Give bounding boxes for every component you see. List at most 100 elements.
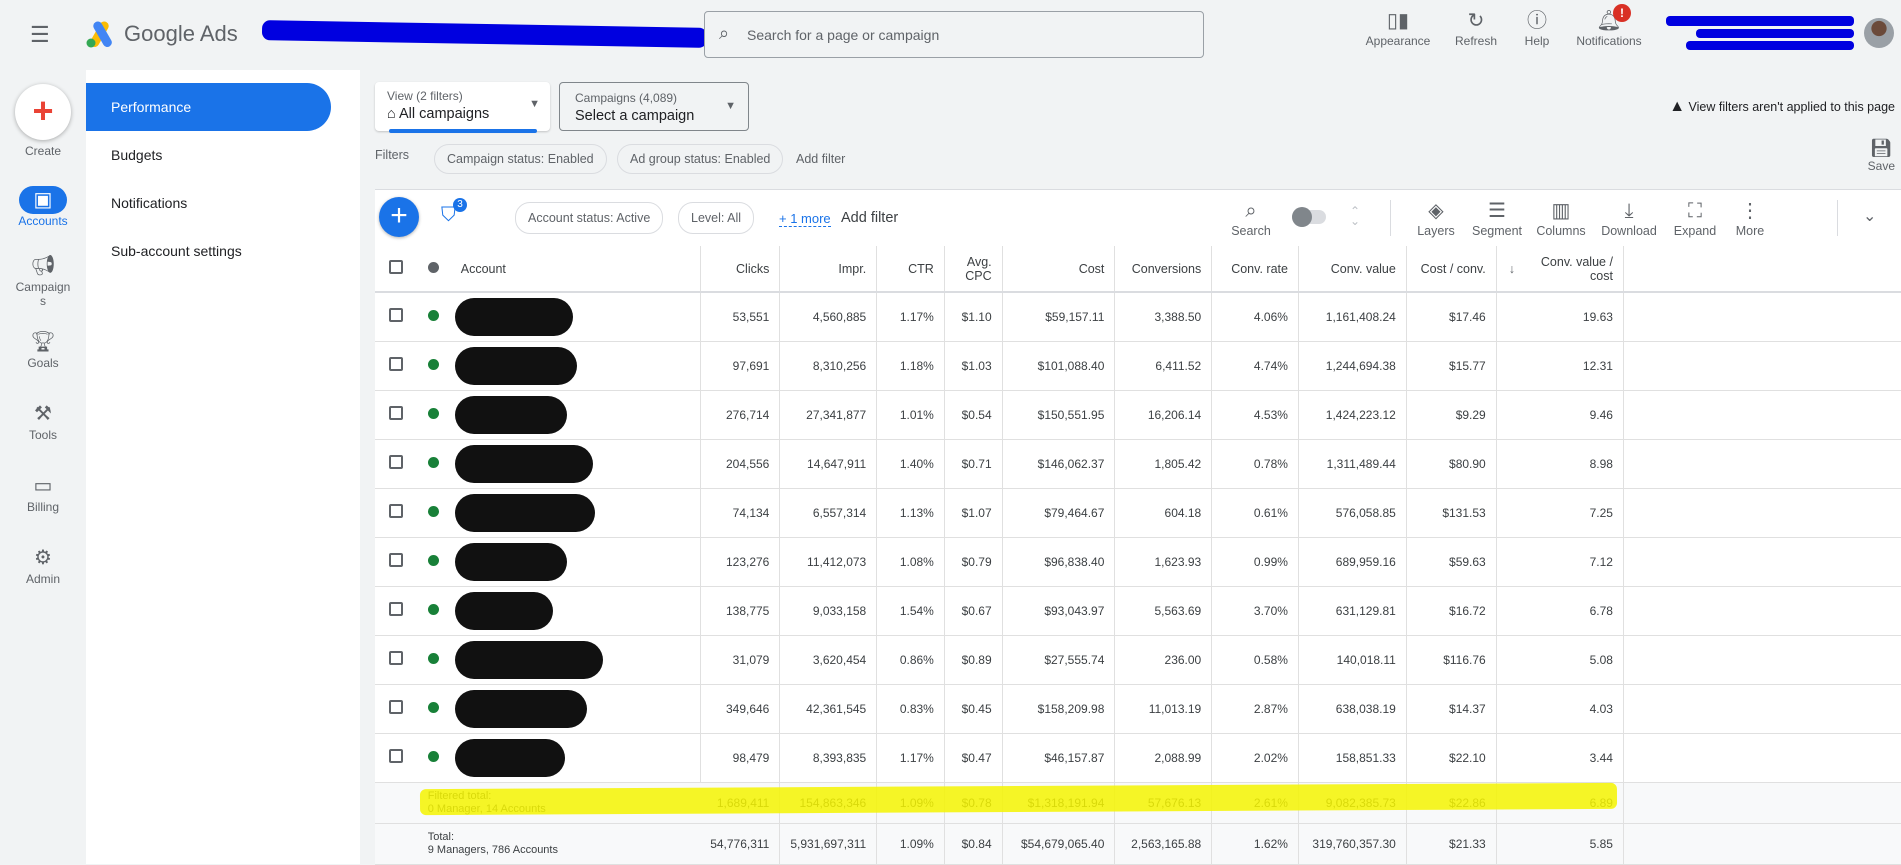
table-row[interactable]: 97,691 8,310,256 1.18% $1.03 $101,088.40 6,41… <box>375 341 1901 391</box>
view-selector[interactable]: View (2 filters) ⌂ All campaigns ▼ <box>375 82 550 133</box>
rail-item-goals[interactable]: 🏆︎ Goals <box>0 328 86 370</box>
account-name-cell[interactable] <box>448 488 701 538</box>
table-cell: 1.17% <box>876 733 945 783</box>
appearance-button[interactable]: ▯▮ Appearance <box>1362 8 1434 48</box>
subnav-performance[interactable]: Performance <box>86 83 331 131</box>
sort-toggle-icon[interactable]: ⌃ ⌄ <box>1350 205 1360 227</box>
account-name-cell[interactable] <box>448 390 701 440</box>
filter-button[interactable]: ⛉ 3 <box>441 198 467 227</box>
avatar[interactable] <box>1864 18 1894 48</box>
save-button[interactable]: 💾︎ Save <box>1868 138 1895 173</box>
row-checkbox[interactable] <box>375 292 418 342</box>
row-checkbox[interactable] <box>375 537 418 587</box>
campaign-selector[interactable]: Campaigns (4,089) Select a campaign ▼ <box>559 82 749 131</box>
dropdown-arrow-icon: ▼ <box>529 98 540 110</box>
row-checkbox[interactable] <box>375 390 418 440</box>
row-checkbox[interactable] <box>375 586 418 636</box>
rail-item-accounts[interactable]: ▣ Accounts <box>0 186 86 228</box>
more-filters-link[interactable]: + 1 more <box>779 211 831 227</box>
account-name-cell[interactable] <box>448 635 701 685</box>
account-name-cell[interactable] <box>448 537 701 587</box>
table-row[interactable]: 98,479 8,393,835 1.17% $0.47 $46,157.87 2,088… <box>375 733 1901 783</box>
filter-chip-ad-group-status[interactable]: Ad group status: Enabled <box>617 144 784 174</box>
add-filter-button[interactable]: Add filter <box>841 210 898 226</box>
table-row[interactable]: 204,556 14,647,911 1.40% $0.71 $146,062.37 1,… <box>375 439 1901 489</box>
segment-tool[interactable]: ☰ Segment <box>1467 198 1527 238</box>
help-button[interactable]: ⓘ Help <box>1512 8 1562 48</box>
account-name-cell[interactable] <box>448 586 701 636</box>
table-cell: 0.99% <box>1211 537 1299 587</box>
notifications-button[interactable]: 🔔︎ Notifications ! <box>1568 4 1650 48</box>
select-all-checkbox[interactable] <box>375 246 418 293</box>
column-header-cost[interactable]: Cost <box>1002 246 1116 293</box>
download-tool[interactable]: ⤓ Download <box>1597 198 1661 238</box>
subnav-notifications[interactable]: Notifications <box>86 179 331 227</box>
table-cell: 3.44 <box>1496 733 1624 783</box>
filter-chip-account-status[interactable]: Account status: Active <box>515 202 664 234</box>
account-name-cell[interactable] <box>448 733 701 783</box>
row-checkbox[interactable] <box>375 635 418 685</box>
column-header-impr[interactable]: Impr. <box>779 246 878 293</box>
row-checkbox[interactable] <box>375 439 418 489</box>
columns-tool[interactable]: ▥ Columns <box>1531 198 1591 238</box>
filter-chip-campaign-status[interactable]: Campaign status: Enabled <box>434 144 607 174</box>
table-row[interactable]: 31,079 3,620,454 0.86% $0.89 $27,555.74 236.0… <box>375 635 1901 685</box>
segment-icon: ☰ <box>1488 200 1506 222</box>
rail-item-billing[interactable]: ▭ Billing <box>0 472 86 514</box>
rail-item-tools[interactable]: ⚒ Tools <box>0 400 86 442</box>
table-cell: 42,361,545 <box>779 684 878 734</box>
more-tool[interactable]: ⋮ More <box>1727 198 1773 238</box>
row-checkbox[interactable] <box>375 488 418 538</box>
column-header-ctr[interactable]: CTR <box>876 246 945 293</box>
total-cell: 5.85 <box>1496 823 1624 865</box>
google-ads-logo[interactable]: Google Ads <box>86 20 238 48</box>
account-name-cell[interactable] <box>448 684 701 734</box>
filter-chip-level[interactable]: Level: All <box>678 202 755 234</box>
table-row[interactable]: 123,276 11,412,073 1.08% $0.79 $96,838.40 1,6… <box>375 537 1901 587</box>
table-row[interactable]: 276,714 27,341,877 1.01% $0.54 $150,551.95 16… <box>375 390 1901 440</box>
refresh-button[interactable]: ↻ Refresh <box>1448 8 1504 48</box>
sort-descending-icon: ↓ <box>1508 262 1515 276</box>
search-tool[interactable]: ⌕ Search <box>1226 198 1276 238</box>
table-cell: 6,557,314 <box>779 488 878 538</box>
table-cell: 1,161,408.24 <box>1298 292 1407 342</box>
column-header-conv-rate[interactable]: Conv. rate <box>1211 246 1299 293</box>
status-header <box>417 246 449 293</box>
subnav-sub-account-settings[interactable]: Sub-account settings <box>86 227 331 275</box>
row-checkbox[interactable] <box>375 684 418 734</box>
table-row[interactable]: 74,134 6,557,314 1.13% $1.07 $79,464.67 604.1… <box>375 488 1901 538</box>
add-filter-link[interactable]: Add filter <box>796 152 845 166</box>
column-header-account[interactable]: Account <box>448 246 701 293</box>
table-cell: 5,563.69 <box>1114 586 1213 636</box>
account-name-cell[interactable] <box>448 341 701 391</box>
rail-item-admin[interactable]: ⚙ Admin <box>0 544 86 586</box>
status-enabled-icon <box>417 733 449 783</box>
account-name-cell[interactable] <box>448 292 701 342</box>
table-row[interactable]: 349,646 42,361,545 0.83% $0.45 $158,209.98 11… <box>375 684 1901 734</box>
row-checkbox[interactable] <box>375 733 418 783</box>
save-icon: 💾︎ <box>1869 138 1893 158</box>
search-input[interactable]: ⌕ Search for a page or campaign <box>704 11 1204 58</box>
table-cell: 11,412,073 <box>779 537 878 587</box>
column-header-conversions[interactable]: Conversions <box>1114 246 1213 293</box>
row-checkbox[interactable] <box>375 341 418 391</box>
column-header-cost-per-conv[interactable]: Cost / conv. <box>1406 246 1497 293</box>
column-header-conv-value-per-cost[interactable]: ↓ Conv. value / cost <box>1496 246 1624 293</box>
layers-tool[interactable]: ◈ Layers <box>1411 198 1461 238</box>
table-row[interactable]: 138,775 9,033,158 1.54% $0.67 $93,043.97 5,56… <box>375 586 1901 636</box>
main-menu-button[interactable]: ☰ <box>30 22 50 48</box>
toggle-switch[interactable] <box>1292 207 1326 227</box>
table-cell: 1.40% <box>876 439 945 489</box>
expand-tool[interactable]: ⛶ Expand <box>1667 198 1723 238</box>
column-header-clicks[interactable]: Clicks <box>700 246 781 293</box>
account-name-cell[interactable] <box>448 439 701 489</box>
table-row[interactable]: 53,551 4,560,885 1.17% $1.10 $59,157.11 3,388… <box>375 292 1901 342</box>
add-account-button[interactable]: + <box>379 197 419 237</box>
table-cell: $0.89 <box>944 635 1003 685</box>
collapse-chevron-icon[interactable]: ⌄ <box>1863 206 1876 226</box>
create-button[interactable]: + Create <box>0 84 86 158</box>
column-header-conv-value[interactable]: Conv. value <box>1298 246 1407 293</box>
column-header-avg-cpc[interactable]: Avg. CPC <box>944 246 1003 293</box>
rail-item-campaigns[interactable]: 📢︎ Campaigns <box>0 252 86 308</box>
subnav-budgets[interactable]: Budgets <box>86 131 331 179</box>
